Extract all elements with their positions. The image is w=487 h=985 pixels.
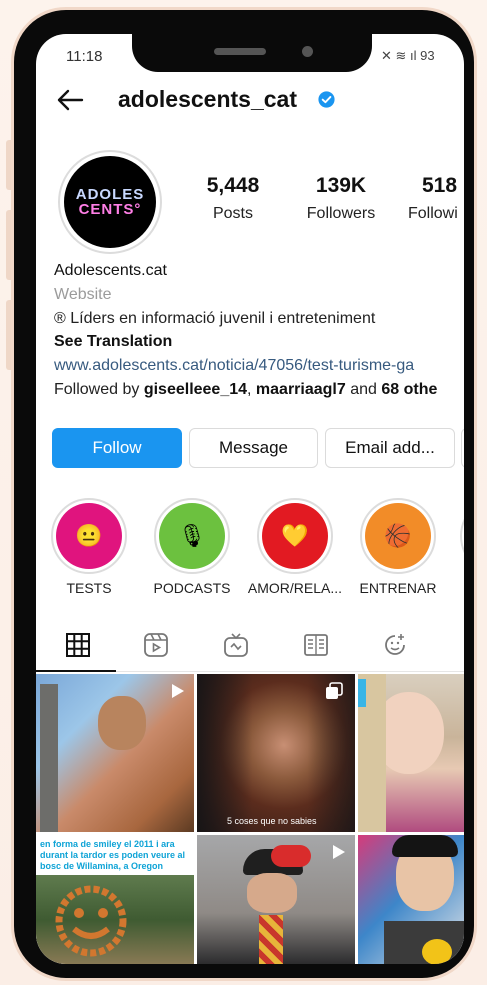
highlight-tests-label: TESTS <box>66 580 112 596</box>
post-thumbnail[interactable] <box>36 674 194 832</box>
avatar-logo: ADOLES CENTS° <box>64 156 156 248</box>
phone-notch <box>132 26 372 72</box>
followed-user-2[interactable]: maarriaagl7 <box>256 381 346 398</box>
followed-others[interactable]: 68 othe <box>381 381 437 398</box>
post-thumbnail[interactable]: en forma de smiley el 2011 i ara durant … <box>36 835 194 964</box>
followed-by-text[interactable]: Followed by giseelleee_14, maarriaagl7 a… <box>54 381 437 399</box>
notch-speaker <box>214 48 266 55</box>
posts-label: Posts <box>212 205 253 222</box>
profile-description: ® Líders en informació juvenil i entrete… <box>54 310 376 327</box>
post-photo-forest <box>36 875 194 964</box>
logo-text-line1: ADOLES <box>75 185 145 203</box>
followed-and: and <box>345 381 382 398</box>
phone-screen: 11:18 ✕ ≋ ıl 93 adolescents_cat ADOLES C… <box>36 34 464 964</box>
logo-text-line2: CENTS° <box>78 200 142 218</box>
post-text-overlay: en forma de smiley el 2011 i ara durant … <box>40 839 186 871</box>
video-play-icon <box>333 845 345 859</box>
post-photo-tie <box>259 915 283 964</box>
igtv-icon[interactable] <box>222 632 250 658</box>
followed-user-1[interactable]: giseelleee_14 <box>144 381 247 398</box>
post-caption-overlay: 5 coses que no sabies <box>227 816 317 826</box>
post-thumbnail[interactable] <box>197 835 355 964</box>
profile-avatar[interactable]: ADOLES CENTS° <box>58 150 162 254</box>
post-photo-hat-top <box>271 845 311 867</box>
back-arrow-icon[interactable] <box>56 88 84 112</box>
post-photo-face <box>247 873 297 913</box>
highlight-podcasts-label: PODCASTS <box>153 580 231 596</box>
post-photo-microphone <box>422 939 452 964</box>
posts-count: 5,448 <box>206 174 260 197</box>
post-photo-brand-mark <box>358 679 366 707</box>
profile-website-link[interactable]: www.adolescents.cat/noticia/47056/test-t… <box>54 357 414 375</box>
highlight-podcasts[interactable]: 🎙 <box>154 498 230 574</box>
phone-volume-button <box>6 140 14 190</box>
following-count: 518 <box>422 174 458 197</box>
post-thumbnail[interactable]: 5 coses que no sabies <box>197 674 355 832</box>
profile-username: adolescents_cat <box>118 86 297 112</box>
reels-icon[interactable] <box>142 632 170 658</box>
following-label: Followi <box>408 205 458 222</box>
profile-category: Website <box>54 286 112 303</box>
highlight-amor-label: AMOR/RELA... <box>247 580 343 596</box>
post-thumbnail[interactable] <box>358 835 464 964</box>
email-button[interactable]: Email add... <box>325 428 455 468</box>
highlight-amor[interactable]: 💛 <box>257 498 333 574</box>
post-photo-hair <box>392 835 458 857</box>
profile-display-name: Adolescents.cat <box>54 262 167 279</box>
posts-stat[interactable]: 5,448 Posts <box>178 174 288 223</box>
smiley-forest-icon <box>55 885 127 957</box>
highlight-entrenar-label: ENTRENAR <box>359 580 437 596</box>
grid-icon[interactable] <box>64 632 92 658</box>
active-tab-indicator <box>36 670 116 672</box>
following-stat[interactable]: 518 Followi <box>398 174 464 223</box>
phone-power-button <box>6 300 14 370</box>
notch-camera <box>302 46 313 57</box>
status-time: 11:18 <box>66 48 103 65</box>
highlight-entrenar-cover: 🏀 <box>365 503 431 569</box>
video-play-icon <box>172 684 184 698</box>
post-photo-figure <box>98 696 146 750</box>
highlight-entrenar[interactable]: 🏀 <box>360 498 436 574</box>
message-button[interactable]: Message <box>189 428 318 468</box>
highlight-more[interactable] <box>460 498 464 574</box>
followed-separator: , <box>247 381 256 398</box>
highlight-tests[interactable]: 😐 <box>51 498 127 574</box>
phone-volume-button <box>6 210 14 280</box>
carousel-icon <box>326 682 343 699</box>
followed-prefix: Followed by <box>54 381 144 398</box>
followers-count: 139K <box>315 174 367 197</box>
followers-stat[interactable]: 139K Followers <box>286 174 396 223</box>
status-indicators: ✕ ≋ ıl 93 <box>381 48 435 63</box>
verified-badge-icon <box>318 91 335 108</box>
follow-button[interactable]: Follow <box>52 428 182 468</box>
highlight-amor-cover: 💛 <box>262 503 328 569</box>
post-thumbnail[interactable] <box>358 674 464 832</box>
more-options-button[interactable] <box>461 428 464 468</box>
see-translation-link[interactable]: See Translation <box>54 333 172 351</box>
highlight-podcasts-cover: 🎙 <box>159 503 225 569</box>
tagged-icon[interactable] <box>381 632 409 658</box>
guides-icon[interactable] <box>302 632 330 658</box>
post-photo-tree <box>40 684 58 832</box>
highlight-tests-cover: 😐 <box>56 503 122 569</box>
followers-label: Followers <box>306 205 376 222</box>
